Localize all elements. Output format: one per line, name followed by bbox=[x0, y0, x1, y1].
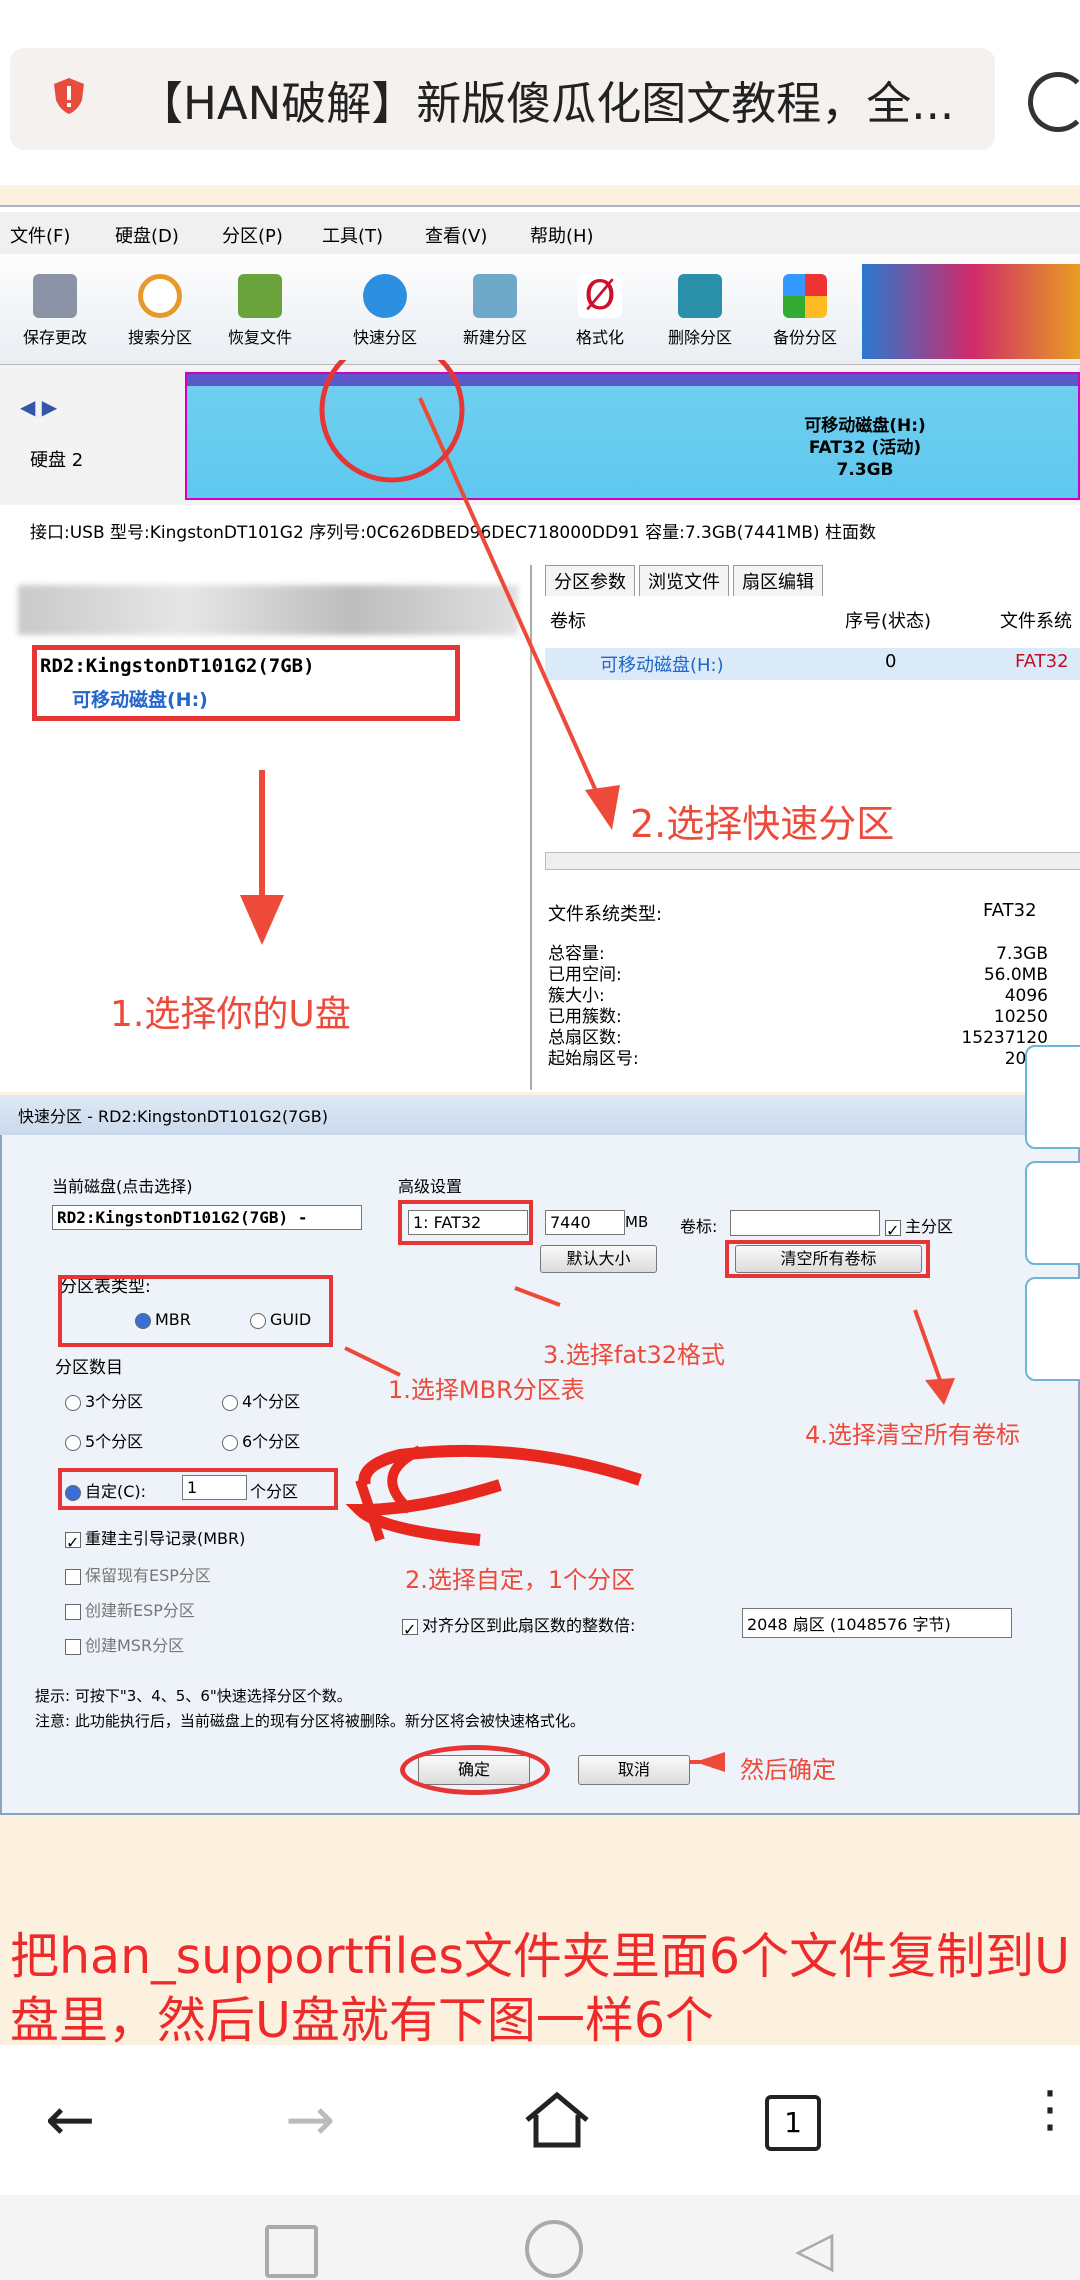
step-confirm-caption: 然后确定 bbox=[740, 1756, 836, 1784]
toolbar-label: 格式化 bbox=[575, 328, 624, 347]
new-partition-icon bbox=[473, 274, 517, 318]
toolbar-label: 快速分区 bbox=[352, 328, 417, 347]
step1-caption: 1.选择你的U盘 bbox=[110, 994, 351, 1035]
toolbar-label: 恢复文件 bbox=[227, 328, 292, 347]
menu-view: 查看(V) bbox=[425, 226, 488, 247]
fs-type-label: 文件系统类型: bbox=[548, 904, 663, 925]
format-icon: Ø bbox=[578, 274, 622, 318]
system-nav-bar: ◁ bbox=[0, 2195, 1080, 2280]
dialog-title: 快速分区 - RD2:KingstonDT101G2(7GB) bbox=[18, 1107, 328, 1126]
stat-row: 起始扇区号:2048 bbox=[548, 1049, 1048, 1070]
back-triangle-icon[interactable]: ◁ bbox=[795, 2220, 833, 2278]
toolbar-label: 备份分区 bbox=[772, 328, 837, 347]
quick-partition-icon bbox=[363, 274, 407, 318]
stat-row: 总扇区数: 15237120 bbox=[548, 1028, 1048, 1049]
current-disk-select[interactable]: RD2:KingstonDT101G2(7GB) - bbox=[52, 1205, 362, 1230]
recover-icon bbox=[238, 274, 282, 318]
stat-label: 已用空间: bbox=[548, 965, 622, 985]
primary-checkbox[interactable]: ✓ 主分区 bbox=[885, 1213, 954, 1240]
home-circle-icon[interactable] bbox=[525, 2220, 583, 2278]
step2-caption: 2.选择快速分区 bbox=[630, 802, 895, 846]
step3-caption: 3.选择fat32格式 bbox=[543, 1341, 726, 1369]
primary-label: 主分区 bbox=[905, 1217, 954, 1236]
floating-side-buttons bbox=[1025, 1045, 1080, 1385]
toolbar-backup: 备份分区 bbox=[755, 274, 855, 348]
backup-icon bbox=[783, 274, 827, 318]
step-custom-caption: 2.选择自定，1个分区 bbox=[405, 1566, 636, 1594]
volume-label: 卷标: bbox=[680, 1217, 718, 1236]
toolbar-delete: 删除分区 bbox=[650, 274, 750, 348]
toolbar-label: 删除分区 bbox=[667, 328, 732, 347]
app-toolbar: 保存更改 搜索分区 恢复文件 快速分区 新建分区 Ø 格式化 删除分区 备份分区 bbox=[0, 254, 1080, 364]
toolbar-label: 搜索分区 bbox=[127, 328, 192, 347]
highlight-box-fs bbox=[398, 1200, 533, 1245]
app-menu-bar: 文件(F) 硬盘(D) 分区(P) 工具(T) 查看(V) 帮助(H) bbox=[0, 212, 1080, 254]
menu-tools: 工具(T) bbox=[322, 226, 384, 247]
stat-row: 已用簇数: 10250 bbox=[548, 1007, 1048, 1028]
stat-row: 簇大小: 4096 bbox=[548, 986, 1048, 1007]
annotation-arrows-icon bbox=[344, 1286, 955, 1772]
current-disk-label: 当前磁盘(点击选择) bbox=[52, 1177, 193, 1196]
menu-disk: 硬盘(D) bbox=[115, 226, 179, 247]
advanced-label: 高级设置 bbox=[398, 1177, 463, 1196]
toolbar-save: 保存更改 bbox=[5, 274, 105, 348]
size-unit: MB bbox=[625, 1213, 649, 1231]
ad-banner bbox=[862, 264, 1080, 359]
toolbar-format: Ø 格式化 bbox=[550, 274, 650, 348]
size-input[interactable]: 7440 bbox=[545, 1210, 625, 1235]
stat-label: 起始扇区号: bbox=[548, 1049, 639, 1069]
reload-icon[interactable] bbox=[1028, 72, 1080, 132]
toolbar-label: 新建分区 bbox=[462, 328, 527, 347]
menu-partition: 分区(P) bbox=[222, 226, 283, 247]
back-icon[interactable]: ← bbox=[45, 2085, 95, 2155]
article-paragraph: 把han_supportfiles文件夹里面6个文件复制到U盘里，然后U盘就有下… bbox=[10, 1928, 1070, 2045]
fs-type-value: FAT32 bbox=[983, 900, 1037, 921]
delete-icon bbox=[678, 274, 722, 318]
toolbar-label: 保存更改 bbox=[22, 328, 87, 347]
stat-value: 10250 bbox=[993, 1007, 1048, 1027]
horizontal-scrollbar[interactable] bbox=[545, 852, 1080, 870]
page-title[interactable]: 【HAN破解】新版傻瓜化图文教程，全... bbox=[138, 67, 998, 132]
stat-value: 4096 bbox=[1004, 986, 1048, 1006]
volume-input[interactable] bbox=[730, 1210, 880, 1236]
home-icon[interactable] bbox=[522, 2090, 592, 2150]
side-button[interactable] bbox=[1025, 1161, 1080, 1265]
stat-label: 已用簇数: bbox=[548, 1007, 622, 1027]
side-button[interactable] bbox=[1025, 1045, 1080, 1149]
toolbar-new-partition: 新建分区 bbox=[445, 274, 545, 348]
recents-icon[interactable] bbox=[265, 2225, 318, 2278]
search-icon bbox=[138, 274, 182, 318]
step2-arrow-icon bbox=[319, 360, 620, 830]
tabs-icon[interactable]: 1 bbox=[765, 2095, 821, 2151]
browser-nav-bar: ← → 1 ⋮ bbox=[0, 2045, 1080, 2195]
step4-caption: 4.选择清空所有卷标 bbox=[805, 1421, 1020, 1449]
forward-icon[interactable]: → bbox=[285, 2085, 335, 2155]
stat-row: 已用空间: 56.0MB bbox=[548, 965, 1048, 986]
stat-row: 总容量: 7.3GB bbox=[548, 944, 1048, 965]
stat-label: 总扇区数: bbox=[548, 1028, 622, 1048]
stat-label: 簇大小: bbox=[548, 986, 605, 1006]
fs-type-row: 文件系统类型: FAT32 bbox=[548, 900, 1037, 926]
stat-value: 7.3GB bbox=[996, 944, 1048, 964]
toolbar-search: 搜索分区 bbox=[110, 274, 210, 348]
toolbar-recover: 恢复文件 bbox=[210, 274, 310, 348]
shield-icon bbox=[54, 78, 84, 114]
toolbar-quick-partition: 快速分区 bbox=[335, 274, 435, 348]
checkbox-icon: ✓ bbox=[885, 1219, 901, 1240]
stat-value: 56.0MB bbox=[983, 965, 1048, 985]
stats-list: 总容量: 7.3GB 已用空间: 56.0MB 簇大小: 4096 已用簇数: 1025… bbox=[548, 944, 1048, 1070]
save-icon bbox=[33, 274, 77, 318]
menu-help: 帮助(H) bbox=[530, 226, 594, 247]
more-icon[interactable]: ⋮ bbox=[1025, 2080, 1075, 2138]
side-button[interactable] bbox=[1025, 1277, 1080, 1381]
menu-file: 文件(F) bbox=[10, 226, 71, 247]
stat-label: 总容量: bbox=[548, 944, 605, 964]
step-mbr-caption: 1.选择MBR分区表 bbox=[388, 1376, 585, 1404]
